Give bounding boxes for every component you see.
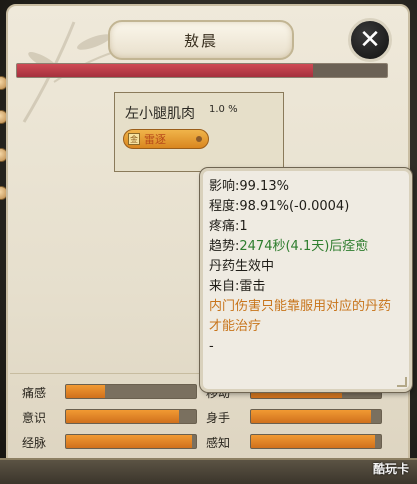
tooltip-pill-effect: 丹药生效中 bbox=[209, 259, 275, 274]
health-bar-fill bbox=[17, 64, 313, 77]
body-part-name: 左小腿肌肉 bbox=[125, 106, 195, 122]
stat-label-perception: 感知 bbox=[206, 436, 231, 450]
tooltip-source: 来自:雷击 bbox=[209, 279, 266, 294]
stat-label-consciousness: 意识 bbox=[22, 411, 47, 425]
stat-label-agility: 身手 bbox=[206, 411, 231, 425]
scroll-bottom-edge bbox=[0, 458, 417, 484]
stat-fill-agility bbox=[251, 410, 371, 423]
tooltip-corner-icon bbox=[397, 377, 407, 387]
stat-fill-consciousness bbox=[66, 410, 180, 423]
tooltip-pain: 疼痛:1 bbox=[209, 219, 248, 234]
injury-label: 雷逐 bbox=[144, 133, 166, 146]
stat-bar-agility bbox=[250, 409, 382, 424]
stat-fill-meridian bbox=[66, 435, 193, 448]
close-button[interactable]: ✕ bbox=[348, 18, 392, 62]
stat-label-meridian: 经脉 bbox=[22, 436, 47, 450]
title-plate: 敖晨 bbox=[108, 20, 294, 60]
stat-bar-pain bbox=[65, 384, 197, 399]
tag-dot-icon bbox=[196, 136, 202, 142]
stat-label-pain: 痛感 bbox=[22, 386, 47, 400]
window-title: 敖晨 bbox=[183, 31, 218, 50]
injury-tooltip: 影响:99.13% 程度:98.91%(-0.0004) 疼痛:1 趋势:247… bbox=[200, 168, 412, 392]
coin-icon: 金 bbox=[128, 133, 140, 145]
stat-bar-consciousness bbox=[65, 409, 197, 424]
tooltip-trend: 趋势:2474秒(4.1天)后痊愈 bbox=[209, 237, 403, 257]
tooltip-dash: - bbox=[209, 339, 214, 354]
tooltip-trend-label: 趋势: bbox=[209, 239, 240, 254]
body-part-percent: 1.0 % bbox=[209, 104, 238, 115]
tooltip-trend-value: 2474秒(4.1天)后痊愈 bbox=[239, 239, 369, 254]
stat-bar-meridian bbox=[65, 434, 197, 449]
stat-fill-perception bbox=[251, 435, 375, 448]
tooltip-influence: 影响:99.13% bbox=[209, 179, 289, 194]
body-part-card[interactable]: 左小腿肌肉 1.0 % 金 雷逐 bbox=[114, 92, 284, 172]
close-icon: ✕ bbox=[359, 25, 381, 55]
stat-fill-pain bbox=[66, 385, 105, 398]
watermark-text: 酷玩卡 bbox=[372, 462, 409, 476]
injury-tag[interactable]: 金 雷逐 bbox=[123, 129, 209, 149]
stat-bar-perception bbox=[250, 434, 382, 449]
health-bar bbox=[16, 63, 388, 78]
tooltip-note: 内门伤害只能靠服用对应的丹药才能治疗 bbox=[209, 299, 392, 334]
tooltip-degree: 程度:98.91%(-0.0004) bbox=[209, 199, 350, 214]
